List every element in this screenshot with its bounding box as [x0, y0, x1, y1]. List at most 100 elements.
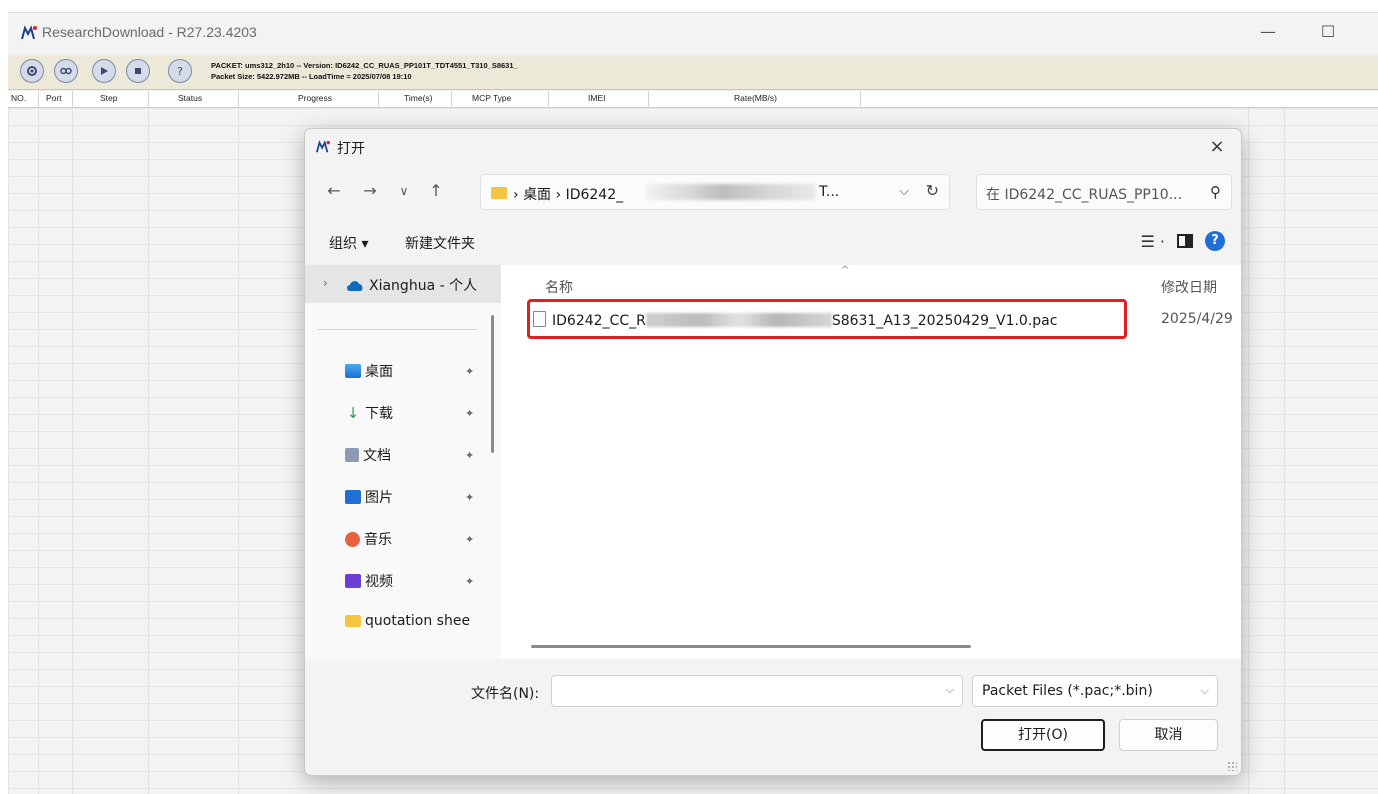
forward-button[interactable]: → [359, 181, 381, 200]
document-icon [345, 448, 359, 462]
filename-label: 文件名(N): [471, 686, 540, 702]
file-modified-date: 2025/4/29 [1161, 311, 1233, 327]
nav-item-pictures[interactable]: 图片 [345, 487, 393, 507]
breadcrumb-separator: › [555, 187, 562, 203]
address-bar[interactable]: › 桌面 › ID6242_ T... ⌵ ↻ [480, 174, 950, 210]
maximize-button[interactable]: ☐ [1308, 19, 1348, 45]
toolbar: ? PACKET: ums312_2h10 -- Version: ID6242… [8, 55, 1378, 90]
nav-item-label: 下载 [365, 406, 393, 422]
filename-input[interactable]: ⌵ [551, 675, 963, 707]
question-icon: ? [177, 65, 183, 78]
play-icon [101, 67, 108, 75]
redacted-text [646, 184, 816, 200]
column-header-date[interactable]: 修改日期 [1161, 277, 1217, 297]
stop-button[interactable] [126, 59, 150, 83]
column-progress[interactable]: Progress [298, 93, 332, 103]
column-imei[interactable]: IMEI [588, 93, 605, 103]
search-icon[interactable]: ⚲ [1210, 183, 1221, 201]
file-row[interactable]: ID6242_CC_R S8631_A13_20250429_V1.0.pac [533, 311, 1057, 329]
file-list: 名称 ^ 修改日期 ID6242_CC_R S8631_A13_20250429_… [505, 265, 1241, 659]
port-list-header: NO. Port Step Status Progress Time(s) MC… [8, 91, 1378, 108]
column-no[interactable]: NO. [11, 93, 26, 103]
file-icon [533, 311, 546, 327]
file-name-end: S8631_A13_20250429_V1.0.pac [831, 313, 1058, 329]
pin-icon: ✦ [465, 449, 475, 462]
redacted-text [645, 313, 832, 327]
pin-icon: ✦ [465, 365, 475, 378]
video-icon [345, 574, 361, 588]
nav-item-documents[interactable]: 文档 [345, 445, 391, 465]
minimize-button[interactable]: — [1248, 19, 1288, 45]
pin-icon: ✦ [465, 491, 475, 504]
column-header-name[interactable]: 名称 [545, 277, 573, 297]
svg-text:?: ? [177, 65, 183, 78]
organize-menu[interactable]: 组织 ▾ [329, 233, 368, 253]
close-button[interactable]: × [1203, 135, 1231, 159]
breadcrumb-tail: T... [819, 184, 840, 200]
back-button[interactable]: ← [323, 181, 345, 200]
nav-item-downloads[interactable]: ↓ 下载 [345, 403, 393, 423]
recent-locations-button[interactable]: ∨ [393, 184, 415, 198]
packet-info: PACKET: ums312_2h10 -- Version: ID6242_C… [211, 60, 518, 82]
help-icon[interactable]: ? [1205, 231, 1225, 251]
packet-info-line2: Packet Size: 5422.972MB -- LoadTime = 20… [211, 72, 412, 81]
column-step[interactable]: Step [100, 93, 118, 103]
load-packet-button[interactable] [54, 59, 78, 83]
nav-item-quotation-folder[interactable]: quotation shee [345, 613, 470, 629]
app-logo-icon [21, 25, 37, 40]
filetype-value: Packet Files (*.pac;*.bin) [982, 683, 1153, 699]
dialog-content: › Xianghua - 个人 桌面 ✦ ↓ 下载 ✦ 文档 ✦ 图片 ✦ 音乐… [305, 265, 1241, 659]
view-options-icon[interactable]: ☰ · [1140, 232, 1165, 251]
refresh-icon[interactable]: ↻ [926, 181, 939, 200]
breadcrumb-folder[interactable]: ID6242_ [566, 187, 624, 203]
cloud-icon [347, 281, 363, 291]
desktop-icon [345, 364, 361, 378]
breadcrumb-desktop[interactable]: 桌面 [523, 187, 551, 203]
cancel-button[interactable]: 取消 [1119, 719, 1218, 751]
music-icon [345, 531, 360, 547]
horizontal-scrollbar[interactable] [531, 645, 971, 648]
nav-item-label: 桌面 [365, 364, 393, 380]
packet-icon [60, 67, 72, 75]
file-name-start: ID6242_CC_R [552, 313, 646, 329]
start-button[interactable] [92, 59, 116, 83]
picture-icon [345, 490, 361, 504]
chevron-down-icon[interactable]: ⌵ [946, 683, 954, 697]
chevron-down-icon: ⌵ [1200, 684, 1209, 697]
nav-pane-scrollbar[interactable] [491, 315, 494, 453]
nav-item-music[interactable]: 音乐 [345, 529, 392, 549]
chevron-down-icon[interactable]: ⌵ [899, 184, 909, 199]
expand-chevron-icon[interactable]: › [323, 276, 328, 290]
preview-pane-icon[interactable] [1177, 234, 1193, 248]
nav-item-videos[interactable]: 视频 [345, 571, 393, 591]
help-button[interactable]: ? [168, 59, 192, 83]
nav-item-desktop[interactable]: 桌面 [345, 361, 393, 381]
resize-grip[interactable] [1227, 761, 1237, 771]
command-bar: 组织 ▾ 新建文件夹 ☰ · ? [305, 221, 1241, 265]
app-logo-icon [316, 140, 330, 153]
new-folder-button[interactable]: 新建文件夹 [405, 233, 475, 253]
column-rate[interactable]: Rate(MB/s) [734, 93, 777, 103]
filetype-select[interactable]: Packet Files (*.pac;*.bin) ⌵ [972, 675, 1218, 707]
folder-icon [345, 615, 361, 627]
view-controls: ☰ · ? [1140, 231, 1225, 251]
navigation-pane: › Xianghua - 个人 桌面 ✦ ↓ 下载 ✦ 文档 ✦ 图片 ✦ 音乐… [305, 265, 501, 659]
column-mcp-type[interactable]: MCP Type [472, 93, 511, 103]
column-time[interactable]: Time(s) [404, 93, 432, 103]
pin-icon: ✦ [465, 533, 475, 546]
nav-item-onedrive[interactable]: Xianghua - 个人 [345, 275, 477, 295]
breadcrumb: › 桌面 › ID6242_ [513, 184, 623, 204]
dialog-footer: 文件名(N): ⌵ Packet Files (*.pac;*.bin) ⌵ 打… [305, 659, 1241, 775]
gear-icon [27, 66, 37, 76]
up-button[interactable]: ↑ [425, 181, 447, 200]
nav-item-label: 音乐 [364, 532, 392, 548]
column-status[interactable]: Status [178, 93, 202, 103]
open-button[interactable]: 打开(O) [981, 719, 1105, 751]
search-box[interactable]: 在 ID6242_CC_RUAS_PP10... ⚲ [976, 174, 1232, 210]
nav-item-label: 图片 [365, 490, 393, 506]
column-port[interactable]: Port [46, 93, 62, 103]
title-bar: ResearchDownload - R27.23.4203 — ☐ [8, 13, 1378, 53]
folder-icon [491, 187, 507, 199]
settings-button[interactable] [20, 59, 44, 83]
nav-item-label: Xianghua - 个人 [369, 278, 478, 294]
